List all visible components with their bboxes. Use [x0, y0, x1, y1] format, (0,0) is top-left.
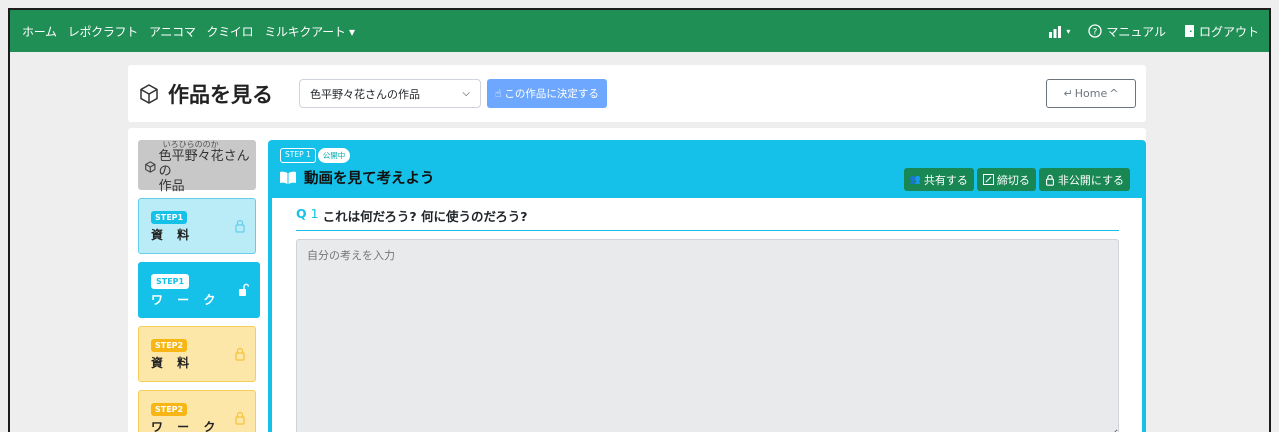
step1-document-item[interactable]: STEP1 資 料 [138, 198, 256, 254]
app-frame: ホーム レポクラフト アニコマ クミイロ ミルキクアート ▾ ▾ ? マニュアル… [8, 8, 1271, 432]
book-open-icon [280, 171, 296, 184]
users-icon: 👥 [909, 174, 921, 185]
chevron-down-icon: ⌵ [462, 88, 470, 99]
share-label: 共有する [923, 173, 968, 187]
step-badge: STEP1 [151, 274, 190, 289]
step2-work-item[interactable]: STEP2 ワ ー ク [138, 390, 256, 432]
nav-home[interactable]: ホーム [22, 23, 57, 40]
step-label: ワ ー ク [151, 420, 221, 432]
question-circle-icon: ? [1088, 24, 1102, 38]
edit-square-icon [982, 174, 994, 185]
step-badge: STEP2 [151, 339, 188, 352]
nav-right: ▾ ? マニュアル ログアウト [1048, 23, 1259, 40]
home-label: Home [1074, 87, 1108, 100]
work-panel: STEP 1 公開中 動画を見て考えよう 👥 共有する 締切る 非公開にする Q… [268, 140, 1146, 432]
student-name: 色平野々花さんの [158, 149, 250, 179]
work-select-value: 色平野々花さんの作品 [310, 87, 420, 101]
make-private-button[interactable]: 非公開にする [1038, 168, 1130, 191]
step-tag: STEP 1 [280, 148, 316, 163]
panel-tags: STEP 1 公開中 [280, 148, 1134, 163]
logout-link[interactable]: ログアウト [1184, 23, 1259, 40]
page-title: 作品を見る [138, 79, 273, 109]
decide-work-button[interactable]: ☝ この作品に決定する [487, 79, 607, 108]
work-select[interactable]: 色平野々花さんの作品 ⌵ [299, 79, 481, 108]
step-label: 資 料 [151, 356, 195, 370]
nav-anikoma[interactable]: アニコマ [149, 23, 196, 40]
step-label: 資 料 [151, 228, 195, 242]
question-text: これは何だろう? 何に使うのだろう? [322, 209, 528, 224]
panel-body: Q 1 これは何だろう? 何に使うのだろう? [272, 198, 1142, 432]
student-name-block: いろひらののか 色平野々花さんの 作品 [159, 140, 252, 194]
stats-dropdown[interactable]: ▾ [1048, 25, 1070, 38]
chevron-up-icon: ^ [1109, 87, 1119, 100]
header-card: 作品を見る 色平野々花さんの作品 ⌵ ☝ この作品に決定する ↵ Home ^ [128, 65, 1146, 122]
unlock-icon [239, 283, 249, 296]
answer-input[interactable] [296, 239, 1119, 432]
step-badge: STEP1 [151, 211, 188, 224]
chevron-down-icon: ▾ [1066, 26, 1071, 36]
student-name-ruby: いろひらののか [162, 140, 219, 149]
panel-actions: 👥 共有する 締切る 非公開にする [903, 168, 1130, 191]
step-badge: STEP2 [151, 403, 188, 416]
status-badge: 公開中 [317, 148, 351, 163]
chart-icon [1049, 25, 1062, 38]
question-number: 1 [310, 206, 319, 221]
lock-icon [235, 219, 245, 233]
step2-document-item[interactable]: STEP2 資 料 [138, 326, 256, 382]
top-navbar: ホーム レポクラフト アニコマ クミイロ ミルキクアート ▾ ▾ ? マニュアル… [10, 10, 1269, 52]
content-card: いろひらののか 色平野々花さんの 作品 STEP1 資 料 STEP1 ワ ー … [128, 128, 1146, 432]
page-title-text: 作品を見る [168, 82, 273, 107]
home-button[interactable]: ↵ Home ^ [1046, 79, 1136, 108]
nav-repocraft[interactable]: レポクラフト [68, 23, 139, 40]
panel-header: STEP 1 公開中 動画を見て考えよう 👥 共有する 締切る 非公開にする [268, 140, 1146, 198]
logout-label: ログアウト [1198, 24, 1259, 39]
share-button[interactable]: 👥 共有する [903, 168, 974, 191]
nav-links: ホーム レポクラフト アニコマ クミイロ ミルキクアート ▾ [22, 23, 355, 40]
question-heading: Q 1 これは何だろう? 何に使うのだろう? [296, 206, 1119, 231]
question-label: Q [296, 206, 307, 221]
cube-icon [140, 83, 158, 104]
nav-milkiku-dropdown[interactable]: ミルキクアート ▾ [264, 23, 355, 40]
door-icon [1184, 25, 1194, 37]
step-label: ワ ー ク [151, 293, 221, 307]
cube-icon [145, 161, 156, 173]
close-submission-label: 締切る [996, 173, 1030, 187]
return-arrow-icon: ↵ [1063, 87, 1073, 100]
hand-pointer-icon: ☝ [495, 87, 502, 100]
make-private-label: 非公開にする [1057, 173, 1124, 187]
lock-icon [235, 347, 245, 361]
lock-icon [235, 411, 245, 425]
lock-icon [1045, 174, 1054, 186]
nav-kumiiro[interactable]: クミイロ [207, 23, 254, 40]
student-name-suffix: 作品 [158, 179, 185, 194]
panel-title-text: 動画を見て考えよう [304, 171, 435, 187]
manual-link[interactable]: ? マニュアル [1088, 23, 1166, 40]
close-submission-button[interactable]: 締切る [976, 168, 1036, 191]
student-work-title: いろひらののか 色平野々花さんの 作品 [138, 140, 256, 194]
sidebar: いろひらののか 色平野々花さんの 作品 STEP1 資 料 STEP1 ワ ー … [138, 140, 260, 432]
manual-label: マニュアル [1106, 24, 1166, 39]
decide-work-label: この作品に決定する [504, 88, 599, 100]
svg-text:?: ? [1093, 28, 1098, 38]
step1-work-item[interactable]: STEP1 ワ ー ク [138, 262, 260, 318]
